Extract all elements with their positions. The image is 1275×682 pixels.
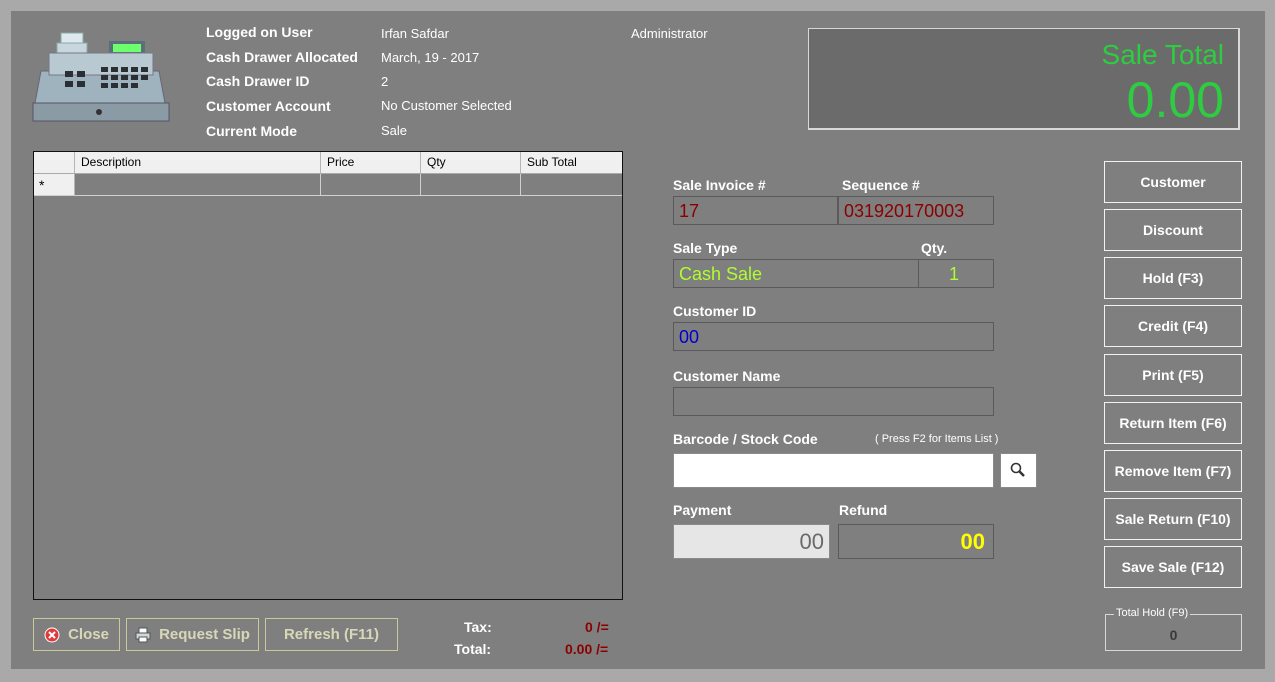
- customer-id-label: Customer ID: [673, 303, 757, 319]
- sale-return-button[interactable]: Sale Return (F10): [1104, 498, 1242, 540]
- remove-item-button[interactable]: Remove Item (F7): [1104, 450, 1242, 492]
- customer-account-label: Customer Account: [206, 98, 331, 114]
- refresh-button[interactable]: Refresh (F11): [265, 618, 398, 651]
- column-description[interactable]: Description: [75, 152, 321, 173]
- request-slip-button[interactable]: Request Slip: [126, 618, 259, 651]
- cell-sub-total[interactable]: [521, 174, 622, 195]
- refund-field: 00: [838, 524, 994, 559]
- column-sub-total[interactable]: Sub Total: [521, 152, 622, 173]
- cell-description[interactable]: [75, 174, 321, 195]
- row-header-corner: [34, 152, 75, 173]
- column-qty[interactable]: Qty: [421, 152, 521, 173]
- item-search-button[interactable]: [1000, 453, 1037, 488]
- column-price[interactable]: Price: [321, 152, 421, 173]
- sequence-field[interactable]: 031920170003: [838, 196, 994, 225]
- cash-register-icon: [32, 32, 170, 122]
- current-mode-label: Current Mode: [206, 123, 297, 139]
- total-hold-box[interactable]: Total Hold (F9) 0: [1105, 607, 1242, 651]
- sale-total-label: Sale Total: [1101, 39, 1224, 70]
- refund-label: Refund: [839, 502, 888, 518]
- request-slip-label: Request Slip: [159, 626, 250, 643]
- close-button-label: Close: [68, 626, 109, 643]
- sale-invoice-label: Sale Invoice #: [673, 177, 766, 193]
- qty-field[interactable]: 1: [918, 259, 994, 288]
- sale-invoice-field[interactable]: 17: [673, 196, 838, 225]
- customer-name-label: Customer Name: [673, 368, 781, 384]
- cash-drawer-allocated-value: March, 19 - 2017: [381, 50, 480, 65]
- total-value: 0.00 /=: [565, 641, 609, 657]
- cash-drawer-allocated-label: Cash Drawer Allocated: [206, 49, 358, 65]
- sale-type-label: Sale Type: [673, 240, 738, 256]
- current-mode-value: Sale: [381, 123, 408, 138]
- new-row-marker: *: [34, 174, 75, 195]
- total-hold-label: Total Hold (F9): [1114, 607, 1191, 619]
- qty-label: Qty.: [921, 240, 948, 256]
- cell-price[interactable]: [321, 174, 421, 195]
- save-sale-button[interactable]: Save Sale (F12): [1104, 546, 1242, 588]
- customer-button[interactable]: Customer: [1104, 161, 1242, 203]
- payment-label: Payment: [673, 502, 732, 518]
- printer-icon: [135, 627, 151, 642]
- sale-total-display: Sale Total 0.00: [808, 28, 1240, 130]
- discount-button[interactable]: Discount: [1104, 209, 1242, 251]
- grid-header: Description Price Qty Sub Total: [34, 152, 622, 174]
- hold-button[interactable]: Hold (F3): [1104, 257, 1242, 299]
- close-icon: [44, 627, 60, 642]
- table-row[interactable]: *: [34, 174, 622, 196]
- total-label: Total:: [454, 641, 492, 657]
- logged-user-label: Logged on User: [206, 24, 313, 40]
- close-button[interactable]: Close: [33, 618, 120, 651]
- search-icon: [1010, 462, 1025, 477]
- logged-user-value: Irfan Safdar: [381, 26, 449, 41]
- tax-value: 0 /=: [585, 619, 609, 635]
- barcode-label: Barcode / Stock Code: [673, 431, 818, 447]
- sale-type-field[interactable]: Cash Sale: [673, 259, 919, 288]
- refresh-label: Refresh (F11): [283, 626, 380, 643]
- payment-field[interactable]: 00: [673, 524, 830, 559]
- sale-total-value: 0.00: [1126, 72, 1224, 128]
- customer-id-field[interactable]: 00: [673, 322, 994, 351]
- barcode-hint: ( Press F2 for Items List ): [875, 433, 999, 445]
- credit-button[interactable]: Credit (F4): [1104, 305, 1242, 347]
- print-button[interactable]: Print (F5): [1104, 354, 1242, 396]
- barcode-input[interactable]: [673, 453, 994, 488]
- customer-account-value: No Customer Selected: [381, 98, 512, 113]
- tax-label: Tax:: [464, 619, 492, 635]
- cash-drawer-id-value: 2: [381, 74, 389, 89]
- sequence-label: Sequence #: [842, 177, 920, 193]
- items-grid[interactable]: Description Price Qty Sub Total *: [33, 151, 623, 600]
- customer-name-field[interactable]: [673, 387, 994, 416]
- return-item-button[interactable]: Return Item (F6): [1104, 402, 1242, 444]
- total-hold-value: 0: [1169, 627, 1178, 643]
- cash-drawer-id-label: Cash Drawer ID: [206, 73, 310, 89]
- user-role: Administrator: [631, 26, 708, 41]
- cell-qty[interactable]: [421, 174, 521, 195]
